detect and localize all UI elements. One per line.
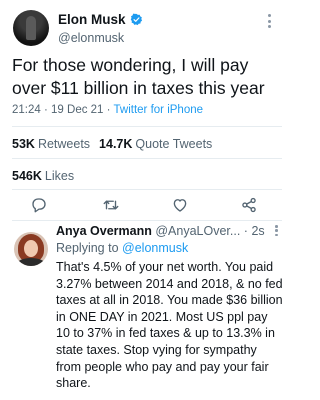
replying-label: Replying to xyxy=(56,241,119,255)
divider xyxy=(12,158,282,159)
reply-author-handle[interactable]: @AnyaLOver... xyxy=(155,224,240,238)
engagement-stats: 53K Retweets 14.7K Quote Tweets xyxy=(12,137,212,151)
tweet-meta: 21:24 · 19 Dec 21 · Twitter for iPhone xyxy=(12,104,203,116)
retweet-button[interactable] xyxy=(102,196,120,214)
like-button[interactable] xyxy=(171,196,189,214)
retweets-stat[interactable]: 53K Retweets xyxy=(12,137,90,151)
quotes-label: Quote Tweets xyxy=(135,137,213,151)
tweet-header: Elon Musk @elonmusk xyxy=(0,0,292,50)
reply-icon xyxy=(32,198,46,213)
avatar[interactable] xyxy=(13,10,49,46)
reply-button[interactable] xyxy=(30,196,48,214)
divider xyxy=(12,126,282,127)
reply-avatar[interactable] xyxy=(14,232,48,266)
more-options-icon[interactable] xyxy=(268,14,272,28)
retweets-label: Retweets xyxy=(37,137,91,151)
quotes-stat[interactable]: 14.7K Quote Tweets xyxy=(99,137,212,151)
retweet-icon xyxy=(103,200,119,210)
reply-time[interactable]: 2s xyxy=(251,224,264,238)
quotes-count: 14.7K xyxy=(99,137,133,151)
divider xyxy=(12,189,282,190)
meta-separator: · xyxy=(106,104,111,116)
replying-to: Replying to @elonmusk xyxy=(56,241,188,255)
likes-label: Likes xyxy=(44,169,75,183)
verified-badge-icon xyxy=(130,13,142,26)
author-name-row: Elon Musk xyxy=(58,12,143,27)
replying-to-handle[interactable]: @elonmusk xyxy=(122,241,188,255)
like-icon xyxy=(173,199,187,212)
tweet-source[interactable]: Twitter for iPhone xyxy=(114,104,203,116)
likes-stat[interactable]: 546K Likes xyxy=(12,169,74,183)
action-bar xyxy=(0,192,292,218)
share-button[interactable] xyxy=(240,196,258,214)
share-icon xyxy=(242,197,256,213)
author-name[interactable]: Elon Musk xyxy=(58,12,126,27)
reply-text: That's 4.5% of your net worth. You paid … xyxy=(56,260,283,391)
divider xyxy=(12,220,282,221)
reply-header: Anya Overmann @AnyaLOver... · 2s xyxy=(56,224,286,238)
retweets-count: 53K xyxy=(12,137,35,151)
tweet-date[interactable]: 19 Dec 21 xyxy=(51,104,103,116)
likes-count: 546K xyxy=(12,169,42,183)
reply-author-name[interactable]: Anya Overmann xyxy=(56,224,152,238)
meta-separator: · xyxy=(43,104,48,116)
tweet-text: For those wondering, I will pay over $11… xyxy=(12,55,265,98)
reply-separator: · xyxy=(243,224,248,238)
author-handle[interactable]: @elonmusk xyxy=(58,31,124,45)
reply-more-options-icon[interactable] xyxy=(275,225,278,236)
tweet-time[interactable]: 21:24 xyxy=(12,104,41,116)
